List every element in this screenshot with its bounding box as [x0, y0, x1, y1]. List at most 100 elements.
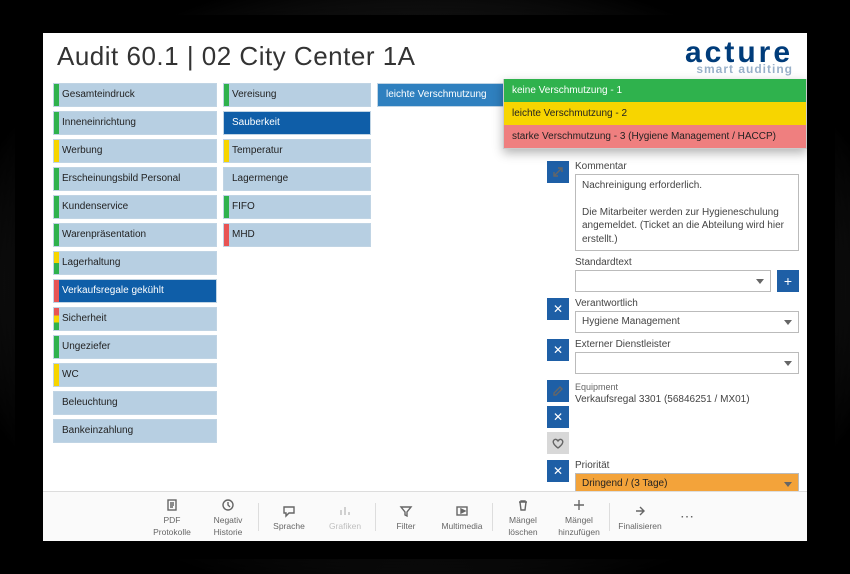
toolbar-separator	[375, 503, 376, 531]
subcategory-item[interactable]: Vereisung	[223, 83, 371, 107]
toolbar-sublabel: Historie	[214, 527, 243, 537]
toolbar-chart-button: Grafiken	[319, 503, 371, 531]
category-item[interactable]: Beleuchtung	[53, 391, 217, 415]
category-item[interactable]: Ungeziefer	[53, 335, 217, 359]
toolbar-filter-button[interactable]: Filter	[380, 503, 432, 531]
category-item[interactable]: WC	[53, 363, 217, 387]
status-bar	[54, 168, 59, 190]
toolbar-trash-button[interactable]: Mängellöschen	[497, 497, 549, 537]
expand-button[interactable]	[547, 161, 569, 183]
history-icon	[221, 497, 235, 513]
category-column: Gesamteindruck Inneneinrichtung Werbung Ers…	[53, 83, 217, 499]
toolbar-label: Negativ	[214, 515, 243, 525]
finding-label: leichte Verschmutzung	[386, 89, 487, 100]
standardtext-label: Standardtext	[575, 257, 799, 268]
toolbar-sublabel: Protokolle	[153, 527, 191, 537]
toolbar-label: Grafiken	[329, 521, 361, 531]
toolbar-separator	[258, 503, 259, 531]
category-label: Beleuchtung	[62, 397, 118, 408]
toolbar-media-button[interactable]: Multimedia	[436, 503, 488, 531]
subcategory-item[interactable]: Sauberkeit	[223, 111, 371, 135]
toolbar-label: Mängel	[565, 515, 593, 525]
category-item[interactable]: Sicherheit	[53, 307, 217, 331]
favorite-equipment-button[interactable]	[547, 432, 569, 454]
clear-equipment-button[interactable]: ✕	[547, 406, 569, 428]
trash-icon	[516, 497, 530, 513]
subcategory-column: Vereisung Sauberkeit Temperatur Lagermenge F…	[223, 83, 371, 499]
category-item[interactable]: Lagerhaltung	[53, 251, 217, 275]
subcategory-item[interactable]: MHD	[223, 223, 371, 247]
expand-icon	[551, 165, 565, 179]
equipment-value: Verkaufsregal 3301 (56846251 / MX01)	[575, 394, 799, 406]
category-item[interactable]: Warenpräsentation	[53, 223, 217, 247]
toolbar-history-button[interactable]: Negativ Historie	[202, 497, 254, 537]
toolbar-sublabel: löschen	[508, 527, 537, 537]
toolbar-plus-button[interactable]: Mängelhinzufügen	[553, 497, 605, 537]
category-item[interactable]: Inneneinrichtung	[53, 111, 217, 135]
clear-prioritaet-button[interactable]: ✕	[547, 460, 569, 482]
pencil-icon	[551, 384, 565, 398]
category-label: Lagerhaltung	[62, 257, 120, 268]
clear-verantwortlich-button[interactable]: ✕	[547, 298, 569, 320]
status-bar	[224, 84, 229, 106]
category-item[interactable]: Werbung	[53, 139, 217, 163]
category-label: Warenpräsentation	[62, 229, 146, 240]
page-title: Audit 60.1 | 02 City Center 1A	[57, 41, 416, 72]
toolbar-arrow-button[interactable]: Finalisieren	[614, 503, 666, 531]
app-screen: Audit 60.1 | 02 City Center 1A acture sm…	[43, 33, 807, 541]
brand-tagline: smart auditing	[685, 65, 793, 75]
toolbar-separator	[492, 503, 493, 531]
category-item[interactable]: Bankeinzahlung	[53, 419, 217, 443]
kommentar-input[interactable]: Nachreinigung erforderlich. Die Mitarbei…	[575, 174, 799, 252]
toolbar-label: Sprache	[273, 521, 305, 531]
category-item[interactable]: Gesamteindruck	[53, 83, 217, 107]
tablet-frame: Audit 60.1 | 02 City Center 1A acture sm…	[15, 15, 835, 559]
media-icon	[455, 503, 469, 519]
subcategory-label: Lagermenge	[232, 173, 288, 184]
toolbar-label: Finalisieren	[618, 521, 661, 531]
equipment-label: Equipment	[575, 382, 799, 392]
pdf-icon	[165, 497, 179, 513]
category-item[interactable]: Kundenservice	[53, 195, 217, 219]
status-bar	[54, 140, 59, 162]
category-label: Erscheinungsbild Personal	[62, 173, 180, 184]
subcategory-item[interactable]: Temperatur	[223, 139, 371, 163]
main-content: Gesamteindruck Inneneinrichtung Werbung Ers…	[43, 79, 807, 499]
subcategory-label: Temperatur	[232, 145, 283, 156]
subcategory-item[interactable]: Lagermenge	[223, 167, 371, 191]
verantwortlich-label: Verantwortlich	[575, 298, 799, 309]
chart-icon	[338, 503, 352, 519]
category-label: Ungeziefer	[62, 341, 110, 352]
clear-extern-button[interactable]: ✕	[547, 339, 569, 361]
status-bar	[54, 224, 59, 246]
rating-option[interactable]: keine Verschmutzung - 1	[504, 79, 806, 102]
edit-equipment-button[interactable]	[547, 380, 569, 402]
toolbar-label: PDF	[164, 515, 181, 525]
rating-option[interactable]: leichte Verschmutzung - 2	[504, 102, 806, 125]
category-item[interactable]: Verkaufsregale gekühlt	[53, 279, 217, 303]
add-standardtext-button[interactable]: +	[777, 270, 799, 292]
category-label: WC	[62, 369, 79, 380]
verantwortlich-select[interactable]: Hygiene Management	[575, 311, 799, 333]
status-bar	[224, 196, 229, 218]
subcategory-label: Vereisung	[232, 89, 276, 100]
toolbar-more-button[interactable]: ⋯	[670, 508, 704, 525]
category-label: Verkaufsregale gekühlt	[62, 285, 164, 296]
extern-select[interactable]	[575, 352, 799, 374]
standardtext-select[interactable]	[575, 270, 771, 292]
category-label: Gesamteindruck	[62, 89, 135, 100]
subcategory-label: FIFO	[232, 201, 255, 212]
toolbar-speech-button[interactable]: Sprache	[263, 503, 315, 531]
subcategory-label: MHD	[232, 229, 255, 240]
heart-icon	[551, 436, 565, 450]
category-label: Bankeinzahlung	[62, 425, 133, 436]
subcategory-item[interactable]: FIFO	[223, 195, 371, 219]
toolbar-pdf-button[interactable]: PDF Protokolle	[146, 497, 198, 537]
status-bar	[54, 252, 59, 274]
status-bar	[54, 280, 59, 302]
rating-option[interactable]: starke Verschmutzung - 3 (Hygiene Manage…	[504, 125, 806, 148]
subcategory-label: Sauberkeit	[232, 117, 280, 128]
category-item[interactable]: Erscheinungsbild Personal	[53, 167, 217, 191]
category-label: Werbung	[62, 145, 102, 156]
plus-icon	[572, 497, 586, 513]
